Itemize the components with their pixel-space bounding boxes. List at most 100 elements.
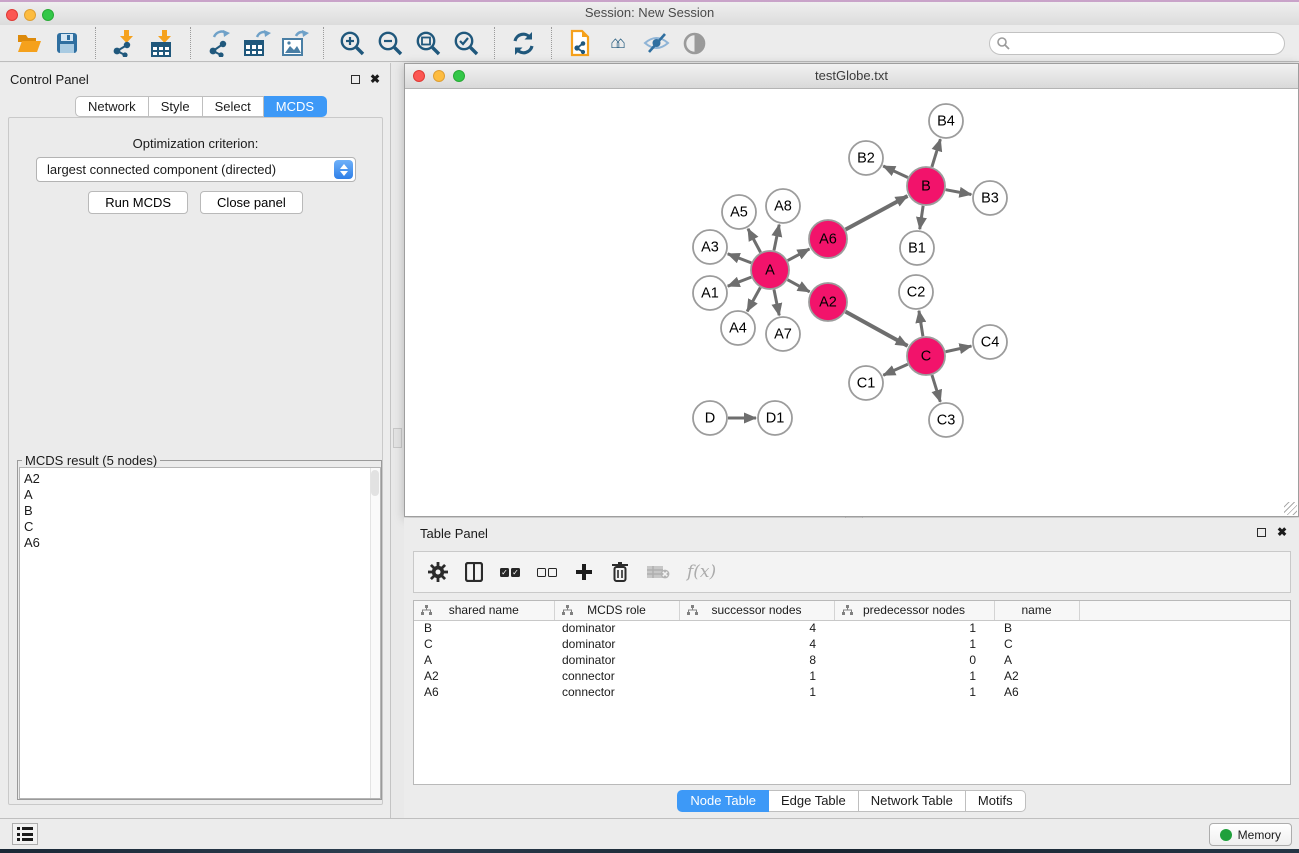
task-history-icon[interactable] <box>12 823 38 845</box>
graph-edge-B-B1[interactable] <box>920 206 923 229</box>
network-close-icon[interactable] <box>413 70 425 82</box>
delete-column-icon[interactable] <box>611 561 629 583</box>
graph-edge-A6-B[interactable] <box>846 196 908 229</box>
mcds-result-item[interactable]: A2 <box>20 471 380 487</box>
graph-edge-C-C3[interactable] <box>932 375 940 402</box>
column-header-predecessor-nodes[interactable]: predecessor nodes <box>834 601 994 620</box>
table-cell[interactable]: A <box>414 652 554 668</box>
table-tab-node-table[interactable]: Node Table <box>677 790 769 812</box>
table-cell[interactable]: 1 <box>834 620 994 636</box>
table-cell[interactable]: C <box>994 636 1079 652</box>
graph-node-A1[interactable]: A1 <box>693 276 727 310</box>
network-window-titlebar[interactable]: testGlobe.txt <box>405 64 1298 89</box>
graph-edge-A-A2[interactable] <box>788 280 810 292</box>
table-cell[interactable]: A2 <box>994 668 1079 684</box>
table-tab-edge-table[interactable]: Edge Table <box>769 790 859 812</box>
zoom-in-icon[interactable] <box>337 27 367 59</box>
table-cell[interactable]: C <box>414 636 554 652</box>
table-cell[interactable]: 1 <box>834 684 994 700</box>
close-panel-button[interactable]: Close panel <box>200 191 303 214</box>
column-layout-icon[interactable] <box>465 562 483 582</box>
table-cell[interactable]: 1 <box>834 668 994 684</box>
save-session-icon[interactable] <box>52 27 82 59</box>
scrollbar-track[interactable] <box>370 468 380 798</box>
graph-node-B2[interactable]: B2 <box>849 141 883 175</box>
table-cell[interactable]: A2 <box>414 668 554 684</box>
graph-node-A2[interactable]: A2 <box>809 283 847 321</box>
graph-node-B3[interactable]: B3 <box>973 181 1007 215</box>
tab-network[interactable]: Network <box>75 96 149 117</box>
graph-node-C4[interactable]: C4 <box>973 325 1007 359</box>
import-network-icon[interactable] <box>109 27 139 59</box>
graph-edge-C-C1[interactable] <box>883 364 907 375</box>
graph-edge-A-A1[interactable] <box>728 277 752 286</box>
table-cell[interactable]: B <box>994 620 1079 636</box>
delete-table-icon[interactable] <box>646 564 670 580</box>
table-cell[interactable]: A6 <box>414 684 554 700</box>
tab-select[interactable]: Select <box>203 96 264 117</box>
deselect-all-icon[interactable] <box>537 568 557 577</box>
graphics-details-icon[interactable] <box>679 27 709 59</box>
mcds-result-item[interactable]: C <box>20 519 380 535</box>
vertical-split-grip[interactable] <box>393 428 402 448</box>
graph-node-A6[interactable]: A6 <box>809 220 847 258</box>
tab-style[interactable]: Style <box>149 96 203 117</box>
graph-node-A4[interactable]: A4 <box>721 311 755 345</box>
close-table-panel-icon[interactable]: ✖ <box>1277 527 1287 537</box>
table-cell[interactable]: 1 <box>679 668 834 684</box>
table-cell[interactable]: connector <box>554 684 679 700</box>
graph-edge-B-B3[interactable] <box>946 190 972 195</box>
graph-edge-A-A6[interactable] <box>788 249 810 261</box>
export-image-icon[interactable] <box>280 27 310 59</box>
table-cell[interactable]: dominator <box>554 620 679 636</box>
graph-node-B[interactable]: B <box>907 167 945 205</box>
network-file-icon[interactable] <box>565 27 595 59</box>
table-row[interactable]: Bdominator41B <box>414 620 1290 636</box>
table-row[interactable]: Cdominator41C <box>414 636 1290 652</box>
graph-edge-A-A3[interactable] <box>728 254 752 263</box>
memory-button[interactable]: Memory <box>1209 823 1292 846</box>
mcds-result-item[interactable]: B <box>20 503 380 519</box>
close-window-icon[interactable] <box>6 9 18 21</box>
graph-node-B1[interactable]: B1 <box>900 231 934 265</box>
table-cell[interactable]: connector <box>554 668 679 684</box>
graph-edge-A2-C[interactable] <box>846 312 908 346</box>
hide-style-icon[interactable] <box>641 27 671 59</box>
window-resize-grip[interactable] <box>1284 502 1297 515</box>
graph-edge-A-A7[interactable] <box>774 290 779 316</box>
table-row[interactable]: Adominator80A <box>414 652 1290 668</box>
float-panel-icon[interactable] <box>351 75 360 84</box>
table-tab-network-table[interactable]: Network Table <box>859 790 966 812</box>
graph-node-A3[interactable]: A3 <box>693 230 727 264</box>
table-cell[interactable]: 1 <box>679 684 834 700</box>
graph-node-A[interactable]: A <box>751 251 789 289</box>
graph-edge-C-C4[interactable] <box>946 346 972 352</box>
graph-node-C1[interactable]: C1 <box>849 366 883 400</box>
table-cell[interactable]: A6 <box>994 684 1079 700</box>
graph-edge-A-A4[interactable] <box>747 288 760 312</box>
scrollbar-thumb[interactable] <box>371 470 379 496</box>
graph-node-A5[interactable]: A5 <box>722 195 756 229</box>
zoom-selected-icon[interactable] <box>451 27 481 59</box>
graph-edge-A-A8[interactable] <box>774 225 779 251</box>
refresh-icon[interactable] <box>508 27 538 59</box>
graph-node-C3[interactable]: C3 <box>929 403 963 437</box>
mcds-result-list[interactable]: A2ABCA6 <box>19 467 381 799</box>
run-mcds-button[interactable]: Run MCDS <box>88 191 188 214</box>
criterion-select[interactable]: largest connected component (directed) <box>36 157 356 182</box>
table-cell[interactable]: 4 <box>679 620 834 636</box>
select-all-icon[interactable]: ✓✓ <box>500 568 520 577</box>
graph-edge-B-B2[interactable] <box>883 166 908 178</box>
graph-node-A7[interactable]: A7 <box>766 317 800 351</box>
graph-node-A8[interactable]: A8 <box>766 189 800 223</box>
table-cell[interactable]: 1 <box>834 636 994 652</box>
float-table-panel-icon[interactable] <box>1257 528 1266 537</box>
graph-node-D1[interactable]: D1 <box>758 401 792 435</box>
home-layout-icon[interactable]: ⌂⌂ <box>603 27 633 59</box>
network-minimize-icon[interactable] <box>433 70 445 82</box>
import-table-icon[interactable] <box>147 27 177 59</box>
graph-node-B4[interactable]: B4 <box>929 104 963 138</box>
graph-edge-B-B4[interactable] <box>932 139 941 167</box>
mcds-result-item[interactable]: A <box>20 487 380 503</box>
table-cell[interactable]: B <box>414 620 554 636</box>
